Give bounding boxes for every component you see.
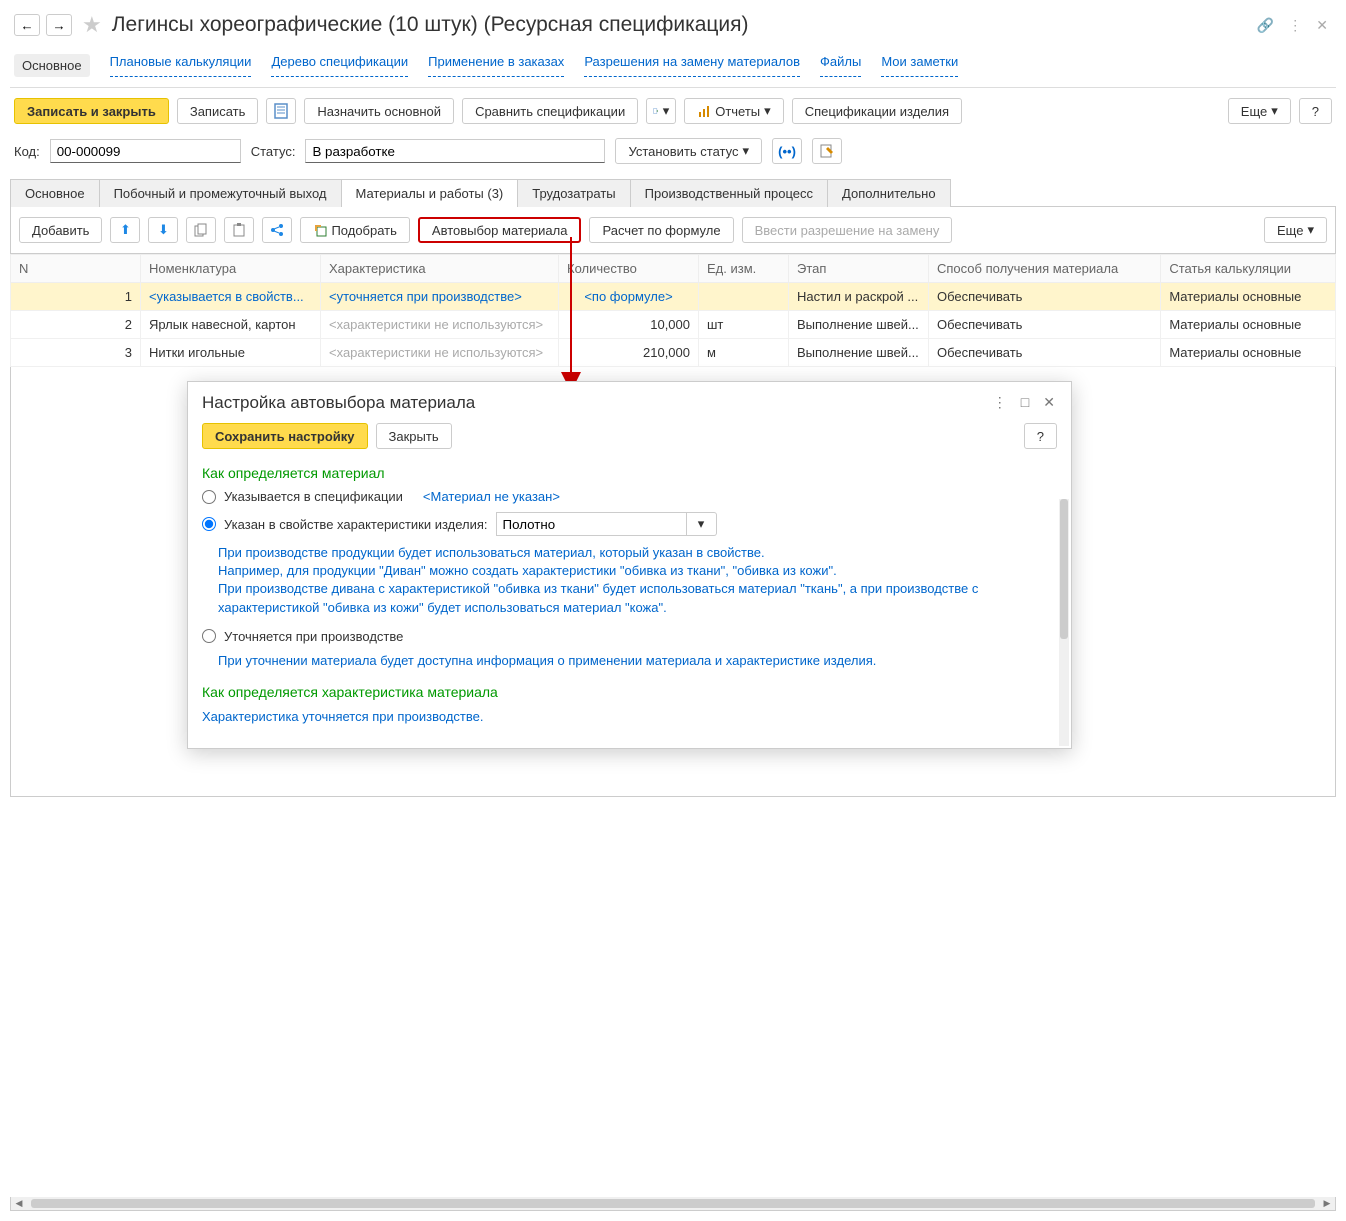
- edit-list-icon-button[interactable]: [812, 138, 842, 164]
- popup-scrollbar[interactable]: [1059, 499, 1069, 746]
- save-button[interactable]: Записать: [177, 98, 259, 124]
- property-dropdown-icon[interactable]: ▾: [687, 512, 717, 536]
- scroll-left-icon[interactable]: ◀: [11, 1197, 27, 1210]
- back-button[interactable]: ←: [14, 14, 40, 36]
- popup-help-button[interactable]: ?: [1024, 423, 1057, 449]
- popup-maximize-icon[interactable]: □: [1019, 392, 1031, 413]
- page-title: Легинсы хореографические (10 штук) (Ресу…: [112, 13, 1247, 37]
- reports-button[interactable]: Отчеты ▾: [684, 98, 783, 124]
- table-row[interactable]: 3 Нитки игольные <характеристики не испо…: [11, 339, 1336, 367]
- col-stage[interactable]: Этап: [789, 255, 929, 283]
- compare-button[interactable]: Сравнить спецификации: [462, 98, 638, 124]
- col-unit[interactable]: Ед. изм.: [699, 255, 789, 283]
- scroll-right-icon[interactable]: ▶: [1319, 1197, 1335, 1210]
- pick-label: Подобрать: [331, 223, 396, 238]
- nav-bar: Основное Плановые калькуляции Дерево спе…: [10, 48, 1336, 88]
- popup-section-char: Как определяется характеристика материал…: [202, 678, 1057, 704]
- sub-more-button[interactable]: Еще ▾: [1264, 217, 1327, 243]
- radio-in-property[interactable]: [202, 517, 216, 531]
- autoselect-popup: Настройка автовыбора материала ⋮ □ ✕ Сох…: [187, 381, 1072, 749]
- product-specs-button[interactable]: Спецификации изделия: [792, 98, 962, 124]
- tab-process[interactable]: Производственный процесс: [630, 179, 828, 207]
- nav-plan[interactable]: Плановые калькуляции: [110, 54, 252, 77]
- formula-button[interactable]: Расчет по формуле: [589, 217, 733, 243]
- nav-main[interactable]: Основное: [14, 54, 90, 77]
- popup-close-button[interactable]: Закрыть: [376, 423, 452, 449]
- tab-extra[interactable]: Дополнительно: [827, 179, 951, 207]
- info-production: При уточнении материала будет доступна и…: [202, 648, 1057, 678]
- tab-side[interactable]: Побочный и промежуточный выход: [99, 179, 342, 207]
- scrollbar-thumb[interactable]: [31, 1199, 1315, 1208]
- nav-tree[interactable]: Дерево спецификации: [271, 54, 408, 77]
- col-qty[interactable]: Количество: [559, 255, 699, 283]
- info-property: При производстве продукции будет использ…: [202, 540, 1057, 625]
- action-icon-button[interactable]: ▾: [646, 98, 676, 124]
- favorite-icon[interactable]: ★: [78, 12, 106, 38]
- popup-save-button[interactable]: Сохранить настройку: [202, 423, 368, 449]
- move-up-icon-button[interactable]: ⬆: [110, 217, 140, 243]
- share-icon-button[interactable]: [262, 217, 292, 243]
- property-select[interactable]: [496, 512, 687, 536]
- barcode-icon-button[interactable]: (••): [772, 138, 802, 164]
- tab-labor[interactable]: Трудозатраты: [517, 179, 630, 207]
- col-char[interactable]: Характеристика: [321, 255, 559, 283]
- col-calc[interactable]: Статья калькуляции: [1161, 255, 1336, 283]
- close-icon[interactable]: ✕: [1312, 13, 1332, 38]
- radio-in-spec[interactable]: [202, 490, 216, 504]
- code-input[interactable]: [50, 139, 241, 163]
- radio-on-production-label: Уточняется при производстве: [224, 629, 403, 644]
- copy-icon-button[interactable]: [186, 217, 216, 243]
- table-row[interactable]: 1 <указывается в свойств... <уточняется …: [11, 283, 1336, 311]
- pick-button[interactable]: Подобрать: [300, 217, 409, 243]
- nav-subst[interactable]: Разрешения на замену материалов: [584, 54, 800, 77]
- tab-materials[interactable]: Материалы и работы (3): [341, 179, 519, 207]
- popup-close-icon[interactable]: ✕: [1041, 392, 1057, 413]
- popup-section-material: Как определяется материал: [202, 459, 1057, 485]
- table-row[interactable]: 2 Ярлык навесной, картон <характеристики…: [11, 311, 1336, 339]
- material-link[interactable]: <Материал не указан>: [423, 489, 560, 504]
- help-button[interactable]: ?: [1299, 98, 1332, 124]
- subst-button[interactable]: Ввести разрешение на замену: [742, 217, 953, 243]
- popup-scrollbar-thumb[interactable]: [1060, 499, 1068, 639]
- document-icon-button[interactable]: [266, 98, 296, 124]
- nav-files[interactable]: Файлы: [820, 54, 861, 77]
- nav-orders[interactable]: Применение в заказах: [428, 54, 564, 77]
- tabs: Основное Побочный и промежуточный выход …: [10, 178, 1336, 207]
- status-label: Статус:: [251, 144, 296, 159]
- col-method[interactable]: Способ получения материала: [929, 255, 1161, 283]
- col-nomen[interactable]: Номенклатура: [141, 255, 321, 283]
- move-down-icon-button[interactable]: ⬇: [148, 217, 178, 243]
- popup-title: Настройка автовыбора материала: [202, 393, 991, 413]
- more-button[interactable]: Еще ▾: [1228, 98, 1291, 124]
- horizontal-scrollbar[interactable]: ◀ ▶: [10, 1197, 1336, 1211]
- save-close-button[interactable]: Записать и закрыть: [14, 98, 169, 124]
- popup-menu-icon[interactable]: ⋮: [991, 392, 1009, 413]
- info-char: Характеристика уточняется при производст…: [202, 704, 1057, 734]
- materials-table: N Номенклатура Характеристика Количество…: [10, 254, 1336, 367]
- autoselect-button[interactable]: Автовыбор материала: [418, 217, 582, 243]
- nav-notes[interactable]: Мои заметки: [881, 54, 958, 77]
- set-status-button[interactable]: Установить статус ▾: [615, 138, 762, 164]
- set-main-button[interactable]: Назначить основной: [304, 98, 454, 124]
- status-input[interactable]: [305, 139, 605, 163]
- radio-in-spec-label: Указывается в спецификации: [224, 489, 403, 504]
- forward-button[interactable]: →: [46, 14, 72, 36]
- code-label: Код:: [14, 144, 40, 159]
- tab-main[interactable]: Основное: [10, 179, 100, 207]
- col-n[interactable]: N: [11, 255, 141, 283]
- reports-label: Отчеты: [715, 104, 760, 119]
- add-button[interactable]: Добавить: [19, 217, 102, 243]
- radio-in-property-label: Указан в свойстве характеристики изделия…: [224, 517, 488, 532]
- link-icon[interactable]: 🔗: [1253, 13, 1278, 38]
- paste-icon-button[interactable]: [224, 217, 254, 243]
- more-menu-icon[interactable]: ⋮: [1284, 13, 1306, 38]
- radio-on-production[interactable]: [202, 629, 216, 643]
